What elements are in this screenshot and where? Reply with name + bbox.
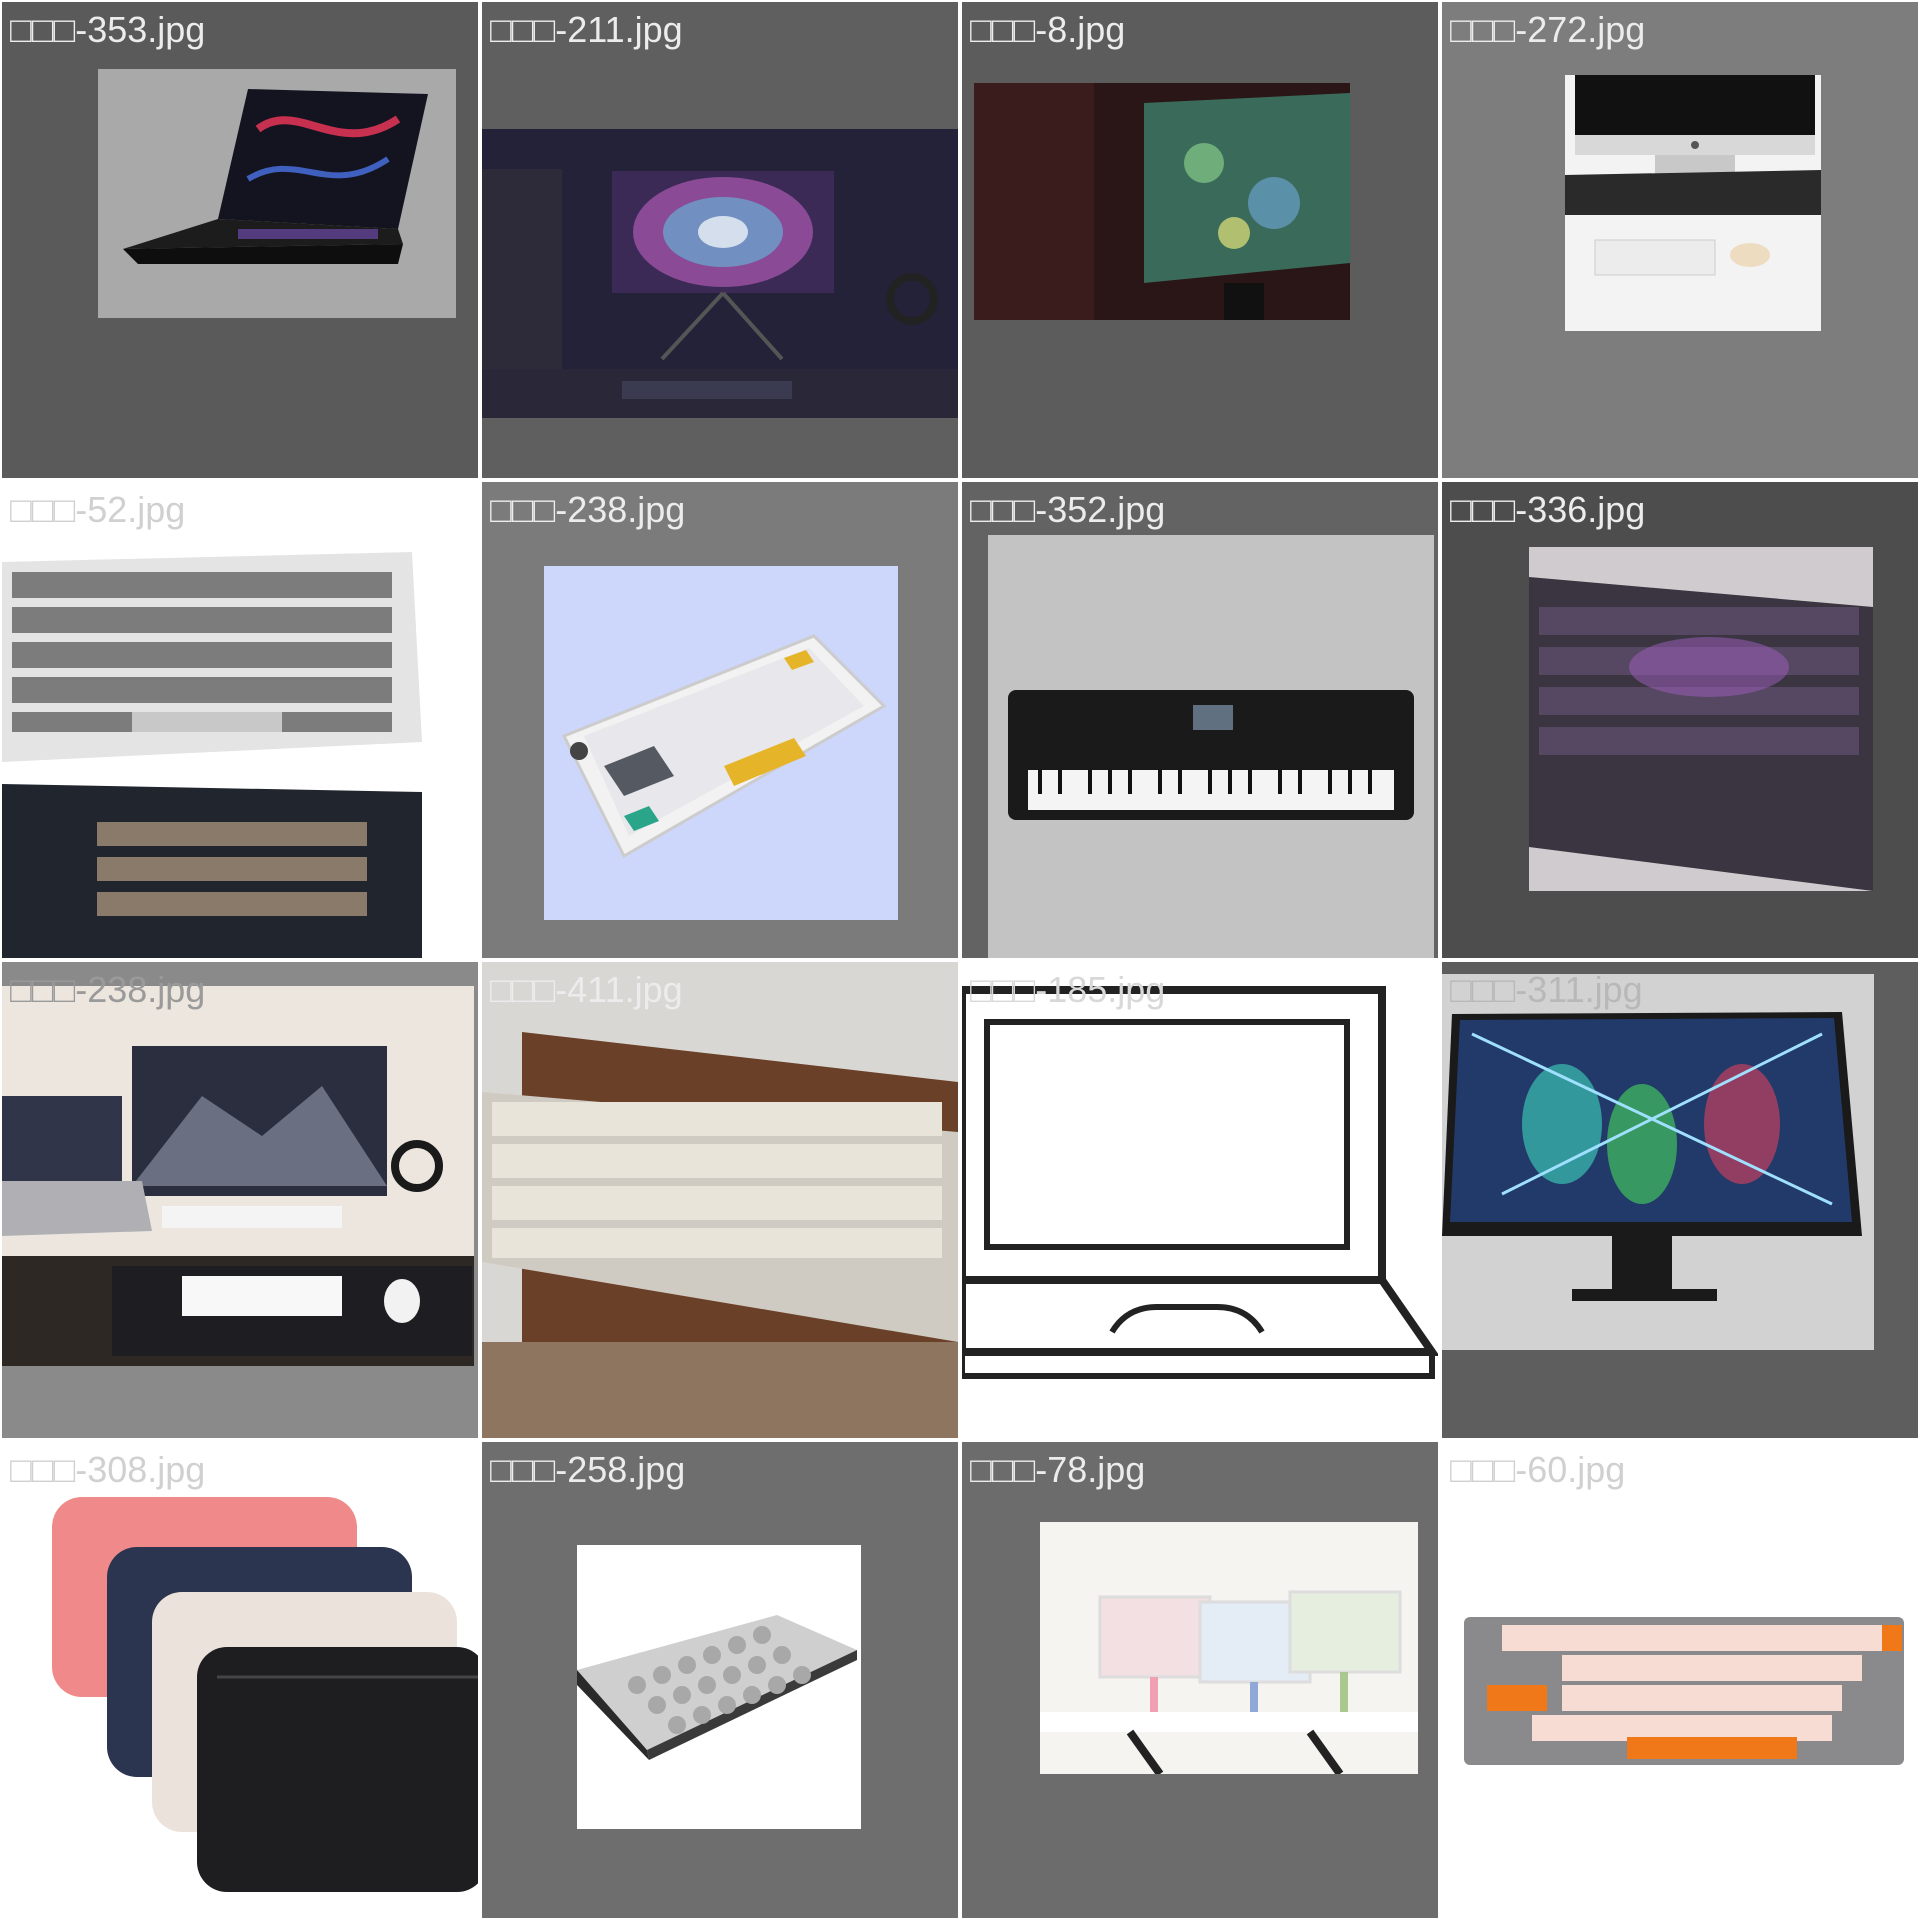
caption-prefix: □□□ — [490, 9, 556, 50]
thumbnail-tile-keyboards-grey[interactable]: □□□-52.jpg — [2, 482, 478, 958]
caption-number: -272.jpg — [1515, 9, 1646, 50]
caption-prefix: □□□ — [970, 9, 1036, 50]
hp-monitor-image — [1442, 974, 1874, 1350]
caption-prefix: □□□ — [1450, 9, 1516, 50]
thumbnail-filename: □□□-258.jpg — [490, 1450, 685, 1490]
round-key-keyboard-image — [577, 1545, 861, 1829]
thumbnail-filename: □□□-352.jpg — [970, 490, 1165, 530]
caption-number: -336.jpg — [1515, 489, 1646, 530]
thumbnail-tile-hp-monitor[interactable]: □□□-311.jpg — [1442, 962, 1918, 1438]
laptop-outline-image — [962, 962, 1438, 1438]
thumbnail-filename: □□□-211.jpg — [490, 10, 683, 50]
laptop-sleeves-image — [2, 1442, 478, 1918]
caption-number: -238.jpg — [75, 969, 206, 1010]
caption-prefix: □□□ — [10, 9, 76, 50]
thumbnail-tile-round-key-keyboard[interactable]: □□□-258.jpg — [482, 1442, 958, 1918]
thumbnail-tile-rgb-keyboard[interactable]: □□□-336.jpg — [1442, 482, 1918, 958]
caption-number: -411.jpg — [555, 969, 683, 1010]
thumbnail-filename: □□□-185.jpg — [970, 970, 1165, 1010]
laptop-image — [98, 69, 456, 318]
caption-prefix: □□□ — [1450, 969, 1516, 1010]
thumbnail-tile-laptop[interactable]: □□□-353.jpg — [2, 2, 478, 478]
caption-number: -311.jpg — [1515, 969, 1643, 1010]
thumbnail-tile-gaming-screen[interactable]: □□□-8.jpg — [962, 2, 1438, 478]
caption-number: -211.jpg — [555, 9, 683, 50]
thumbnail-tile-imac[interactable]: □□□-272.jpg — [1442, 2, 1918, 478]
keyboard-yellow-image — [544, 566, 898, 920]
caption-prefix: □□□ — [970, 969, 1036, 1010]
thumbnail-filename: □□□-411.jpg — [490, 970, 683, 1010]
caption-number: -353.jpg — [75, 9, 206, 50]
caption-prefix: □□□ — [1450, 1449, 1516, 1490]
caption-prefix: □□□ — [1450, 489, 1516, 530]
thumbnail-filename: □□□-336.jpg — [1450, 490, 1645, 530]
thumbnail-filename: □□□-60.jpg — [1450, 1450, 1625, 1490]
caption-number: -8.jpg — [1035, 9, 1126, 50]
caption-prefix: □□□ — [10, 969, 76, 1010]
thumbnail-tile-monitor-setup[interactable]: □□□-211.jpg — [482, 2, 958, 478]
thumbnail-filename: □□□-308.jpg — [10, 1450, 205, 1490]
thumbnail-tile-keyboard-yellow[interactable]: □□□-238.jpg — [482, 482, 958, 958]
thumbnail-filename: □□□-8.jpg — [970, 10, 1125, 50]
thumbnail-filename: □□□-353.jpg — [10, 10, 205, 50]
thumbnail-filename: □□□-238.jpg — [490, 490, 685, 530]
thumbnail-filename: □□□-238.jpg — [10, 970, 205, 1010]
caption-number: -185.jpg — [1035, 969, 1166, 1010]
thumbnail-tile-mac-desk[interactable]: □□□-238.jpg — [2, 962, 478, 1438]
caption-number: -52.jpg — [75, 489, 186, 530]
caption-number: -258.jpg — [555, 1449, 686, 1490]
imac-image — [1565, 75, 1821, 331]
keyboards-grey-image — [2, 552, 478, 958]
orange-keyboard-image — [1442, 1442, 1918, 1918]
thumbnail-tile-laptop-sleeves[interactable]: □□□-308.jpg — [2, 1442, 478, 1918]
beige-keyboard-image — [482, 962, 958, 1438]
caption-number: -60.jpg — [1515, 1449, 1626, 1490]
thumbnail-filename: □□□-272.jpg — [1450, 10, 1645, 50]
caption-number: -238.jpg — [555, 489, 686, 530]
thumbnail-tile-digital-piano[interactable]: □□□-352.jpg — [962, 482, 1438, 958]
caption-number: -352.jpg — [1035, 489, 1166, 530]
thumbnail-filename: □□□-52.jpg — [10, 490, 185, 530]
thumbnail-tile-orange-keyboard[interactable]: □□□-60.jpg — [1442, 1442, 1918, 1918]
caption-prefix: □□□ — [970, 1449, 1036, 1490]
thumbnail-filename: □□□-78.jpg — [970, 1450, 1145, 1490]
thumbnail-tile-pastel-monitors[interactable]: □□□-78.jpg — [962, 1442, 1438, 1918]
digital-piano-image — [988, 535, 1434, 958]
rgb-keyboard-image — [1529, 547, 1873, 891]
caption-prefix: □□□ — [10, 1449, 76, 1490]
gaming-screen-image — [974, 83, 1350, 320]
thumbnail-filename: □□□-311.jpg — [1450, 970, 1643, 1010]
caption-prefix: □□□ — [490, 489, 556, 530]
thumbnail-tile-laptop-outline[interactable]: □□□-185.jpg — [962, 962, 1438, 1438]
thumbnail-tile-beige-keyboard[interactable]: □□□-411.jpg — [482, 962, 958, 1438]
mac-desk-image — [2, 986, 474, 1366]
image-thumbnail-grid: □□□-353.jpg □□□-211.jpg □□□-8.jpg □□□-27… — [0, 0, 1920, 1920]
caption-prefix: □□□ — [970, 489, 1036, 530]
caption-prefix: □□□ — [10, 489, 76, 530]
pastel-monitors-image — [1040, 1522, 1418, 1774]
caption-number: -78.jpg — [1035, 1449, 1146, 1490]
monitor-setup-image — [482, 129, 958, 418]
caption-prefix: □□□ — [490, 969, 556, 1010]
caption-prefix: □□□ — [490, 1449, 556, 1490]
caption-number: -308.jpg — [75, 1449, 206, 1490]
